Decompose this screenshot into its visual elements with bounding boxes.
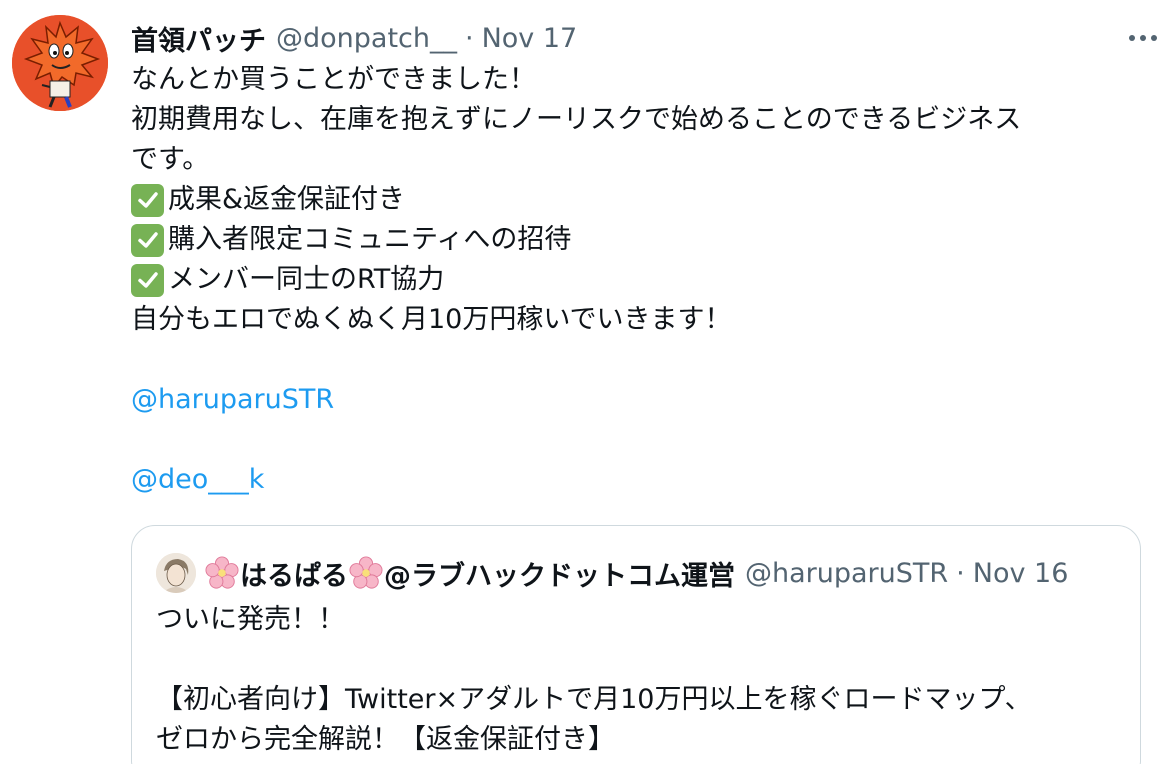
mention-link[interactable]: @deo___k — [131, 460, 264, 500]
quoted-name-part: はるぱる — [240, 560, 348, 592]
check-mark-button-icon — [131, 223, 164, 257]
quoted-line: 【初心者向け】Twitter×アダルトで月10万円以上を稼ぐロードマップ、 — [156, 684, 1032, 715]
tweet-line-checked: 購入者限定コミュニティへの招待 — [131, 220, 1141, 260]
quoted-name-part: @ラブハックドットコム運営 — [384, 560, 735, 592]
quoted-line: ついに発売！！ — [156, 604, 345, 635]
quoted-tweet[interactable]: はるぱる @ラブハックドットコム運営 @haruparuSTR · Nov 16 — [131, 525, 1141, 764]
tweet-text: なんとか買うことができました！ 初期費用なし、在庫を抱えずにノーリスクで始めるこ… — [131, 60, 1141, 500]
check-mark-button-icon — [131, 183, 164, 217]
avatar[interactable] — [12, 15, 108, 111]
check-mark-button-icon — [131, 263, 164, 297]
tweet-line: 初期費用なし、在庫を抱えずにノーリスクで始めることのできるビジネス — [131, 104, 1022, 135]
separator-dot: · — [465, 22, 474, 54]
quoted-tweet-date[interactable]: Nov 16 — [973, 558, 1069, 589]
quoted-avatar[interactable] — [156, 553, 196, 593]
mention-link[interactable]: @haruparuSTR — [131, 380, 334, 420]
tweet-line-text: 成果&返金保証付き — [168, 184, 406, 215]
avatar-image — [12, 15, 108, 111]
quoted-user-handle[interactable]: @haruparuSTR — [745, 558, 948, 589]
quoted-tweet-header: はるぱる @ラブハックドットコム運営 @haruparuSTR · Nov 16 — [156, 553, 1068, 593]
quoted-line: ゼロから完全解説！【返金保証付き】 — [156, 724, 615, 755]
tweet-date[interactable]: Nov 17 — [482, 23, 578, 54]
quoted-display-name[interactable]: はるぱる @ラブハックドットコム運営 — [204, 554, 735, 593]
cherry-blossom-icon — [349, 556, 383, 589]
separator-dot: · — [956, 557, 965, 589]
mention-line: @haruparuSTR — [131, 380, 1141, 420]
tweet-header: 首領パッチ @donpatch__ · Nov 17 — [131, 18, 577, 58]
cherry-blossom-icon — [205, 556, 239, 589]
tweet[interactable]: 首領パッチ @donpatch__ · Nov 17 なんとか買うことができまし… — [0, 0, 1173, 764]
tweet-line-checked: メンバー同士のRT協力 — [131, 260, 1141, 300]
quoted-tweet-text: ついに発売！！ 【初心者向け】Twitter×アダルトで月10万円以上を稼ぐロー… — [156, 600, 1116, 760]
tweet-line-text: メンバー同士のRT協力 — [168, 264, 445, 295]
tweet-line: なんとか買うことができました！ — [131, 64, 536, 95]
more-horizontal-icon — [1129, 35, 1157, 41]
user-handle[interactable]: @donpatch__ — [276, 23, 457, 54]
more-options-button[interactable] — [1125, 24, 1161, 52]
mention-line: @deo___k — [131, 460, 1141, 500]
tweet-line: です。 — [131, 144, 210, 175]
tweet-line-checked: 成果&返金保証付き — [131, 180, 1141, 220]
tweet-line-text: 購入者限定コミュニティへの招待 — [168, 224, 572, 255]
tweet-line: 自分もエロでぬくぬく月10万円稼いでいきます！ — [131, 304, 732, 335]
quoted-avatar-image — [156, 553, 196, 593]
display-name[interactable]: 首領パッチ — [131, 19, 266, 58]
